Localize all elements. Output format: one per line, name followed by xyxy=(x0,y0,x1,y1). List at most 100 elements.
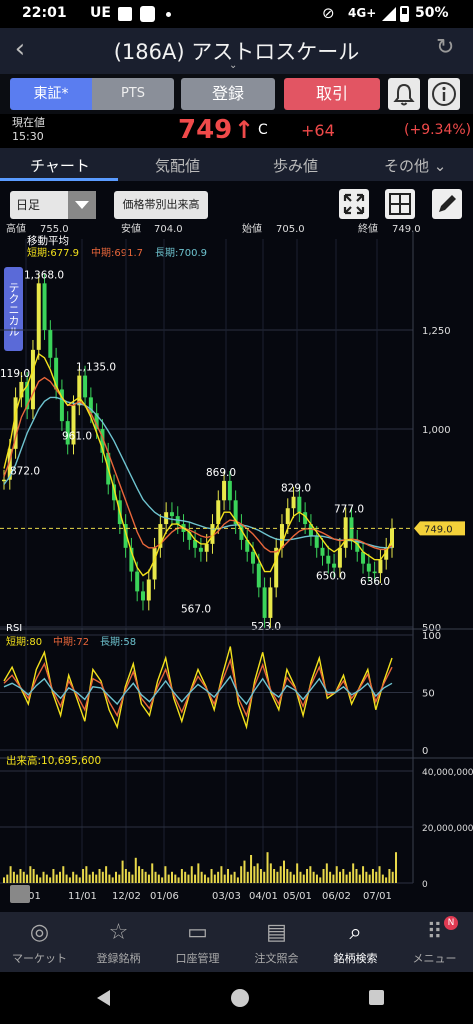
back-chevron-icon[interactable]: ‹ xyxy=(6,34,34,64)
candle-body xyxy=(83,375,88,398)
rsi-tick-label: 50 xyxy=(422,689,435,700)
volume-bar xyxy=(26,874,29,883)
volume-bar xyxy=(39,877,42,883)
nav-watchlist[interactable]: ☆ 登録銘柄 xyxy=(79,912,158,972)
volume-bar xyxy=(12,871,15,883)
volume-bar xyxy=(151,863,154,883)
alert-bell-button[interactable] xyxy=(388,78,420,110)
nav-account-label: 口座管理 xyxy=(175,952,220,965)
x-tick-label: 03/03 xyxy=(212,891,241,902)
volume-bar xyxy=(85,866,88,883)
volume-bar xyxy=(250,855,253,883)
x-tick-label: 12/02 xyxy=(112,891,141,902)
volume-bar xyxy=(52,869,55,883)
volume-pane: 40,000,00020,000,000010/0111/0112/0201/0… xyxy=(0,757,473,903)
volume-bar xyxy=(147,874,150,883)
document-icon: ▤ xyxy=(266,920,287,945)
volume-bar xyxy=(283,860,285,883)
tab-chart[interactable]: チャート xyxy=(30,155,90,176)
notification-icon xyxy=(118,7,132,21)
title-dropdown-icon[interactable]: ⌄ xyxy=(229,60,237,71)
x-tick-label: 07/01 xyxy=(363,891,392,902)
bell-icon xyxy=(393,83,415,106)
volume-bar xyxy=(194,874,197,883)
price-change-percent: (+9.34%) xyxy=(404,122,472,138)
volume-bar xyxy=(309,866,312,883)
price-annotation: 636.0 xyxy=(360,576,390,588)
volume-bar xyxy=(91,871,94,883)
volume-bar xyxy=(207,877,210,883)
tab-quotes[interactable]: 気配値 xyxy=(155,155,200,176)
chart-area: 日足 価格帯別出来高 テクニカル 高値 755.0 安値 704.0 始値 70… xyxy=(0,181,473,912)
up-arrow-icon: ↑ xyxy=(234,116,255,144)
info-button[interactable] xyxy=(428,78,460,110)
volume-bar xyxy=(29,866,32,883)
quote-row: 現在値 15:30 749 ↑ C +64 (+9.34%) xyxy=(0,114,473,148)
x-tick-label: 06/02 xyxy=(322,891,351,902)
tab-trades[interactable]: 歩み値 xyxy=(273,155,318,176)
volume-bar xyxy=(266,852,269,883)
volume-bar xyxy=(49,877,52,883)
volume-bar xyxy=(253,866,256,883)
nav-orders[interactable]: ▤ 注文照会 xyxy=(237,912,316,972)
volume-bar xyxy=(306,869,309,883)
carrier-label: UE xyxy=(90,5,111,21)
register-button[interactable]: 登録 xyxy=(181,78,275,110)
volume-bar xyxy=(236,877,239,883)
volume-bar xyxy=(299,871,302,883)
volume-bar xyxy=(243,860,246,883)
refresh-icon[interactable]: ↻ xyxy=(436,35,454,60)
volume-bar xyxy=(200,871,203,883)
rsi-mid-label: 中期:72 xyxy=(53,635,89,648)
rsi-tick-label: 0 xyxy=(422,746,428,757)
chevron-down-icon: ⌄ xyxy=(429,157,447,175)
candle-body xyxy=(42,283,47,331)
volume-bar xyxy=(292,874,295,883)
rsi-long-label: 長期:58 xyxy=(100,636,136,648)
clock: 22:01 xyxy=(22,5,67,21)
market-tse-button[interactable]: 東証* xyxy=(10,78,92,110)
rsi-tick-label: 100 xyxy=(422,631,441,642)
card-icon: ▭ xyxy=(187,920,208,945)
mute-icon: ⊘ xyxy=(322,4,335,22)
app-notification-icon xyxy=(140,6,155,22)
price-pane: 1,250 1,000 50 0 749.0 1,368.0 1,135.0 119.0 961… xyxy=(0,231,465,883)
tab-bar: チャート 気配値 歩み値 その他 ⌄ xyxy=(0,148,473,181)
volume-bar xyxy=(3,877,5,883)
volume-bar xyxy=(230,874,233,883)
star-icon: ☆ xyxy=(108,920,129,945)
more-notifications-icon xyxy=(166,12,171,17)
price-change: +64 xyxy=(301,121,335,140)
trade-button[interactable]: 取引 xyxy=(284,78,380,110)
network-type: 4G+ xyxy=(348,6,377,20)
high-label: 高値 xyxy=(6,222,26,235)
tab-other[interactable]: その他 ⌄ xyxy=(384,155,446,176)
stock-chart[interactable]: 高値 755.0 安値 704.0 始値 705.0 終値 749.0 移動平均… xyxy=(0,181,473,912)
candle-body xyxy=(291,496,296,509)
nav-market[interactable]: ◎ マーケット xyxy=(0,912,79,972)
volume-bar xyxy=(180,869,183,883)
market-pts-button[interactable]: PTS xyxy=(92,78,174,110)
close-flag: C xyxy=(258,122,268,138)
volume-bar xyxy=(279,866,282,883)
system-home-icon[interactable] xyxy=(231,989,249,1007)
volume-bar xyxy=(378,866,381,883)
candle-body xyxy=(256,563,261,588)
nav-search[interactable]: ⌕ 銘柄検索 xyxy=(316,912,395,972)
low-value: 704.0 xyxy=(154,224,183,235)
candle-body xyxy=(262,587,267,618)
price-annotation: 961.0 xyxy=(62,430,92,442)
nav-menu[interactable]: ⠿ メニュー xyxy=(395,912,473,972)
candle-body xyxy=(343,517,348,548)
volume-bar xyxy=(75,874,78,883)
candle-body xyxy=(251,551,256,564)
system-recents-icon[interactable] xyxy=(369,990,384,1005)
system-back-icon[interactable] xyxy=(97,990,110,1006)
price-annotation: 1,135.0 xyxy=(76,362,116,374)
candle-body xyxy=(169,512,174,517)
price-annotation: 650.0 xyxy=(316,571,346,583)
volume-bar xyxy=(276,871,279,883)
candle-body xyxy=(36,283,41,350)
price-annotation: 1,368.0 xyxy=(24,269,64,281)
nav-account[interactable]: ▭ 口座管理 xyxy=(158,912,237,972)
